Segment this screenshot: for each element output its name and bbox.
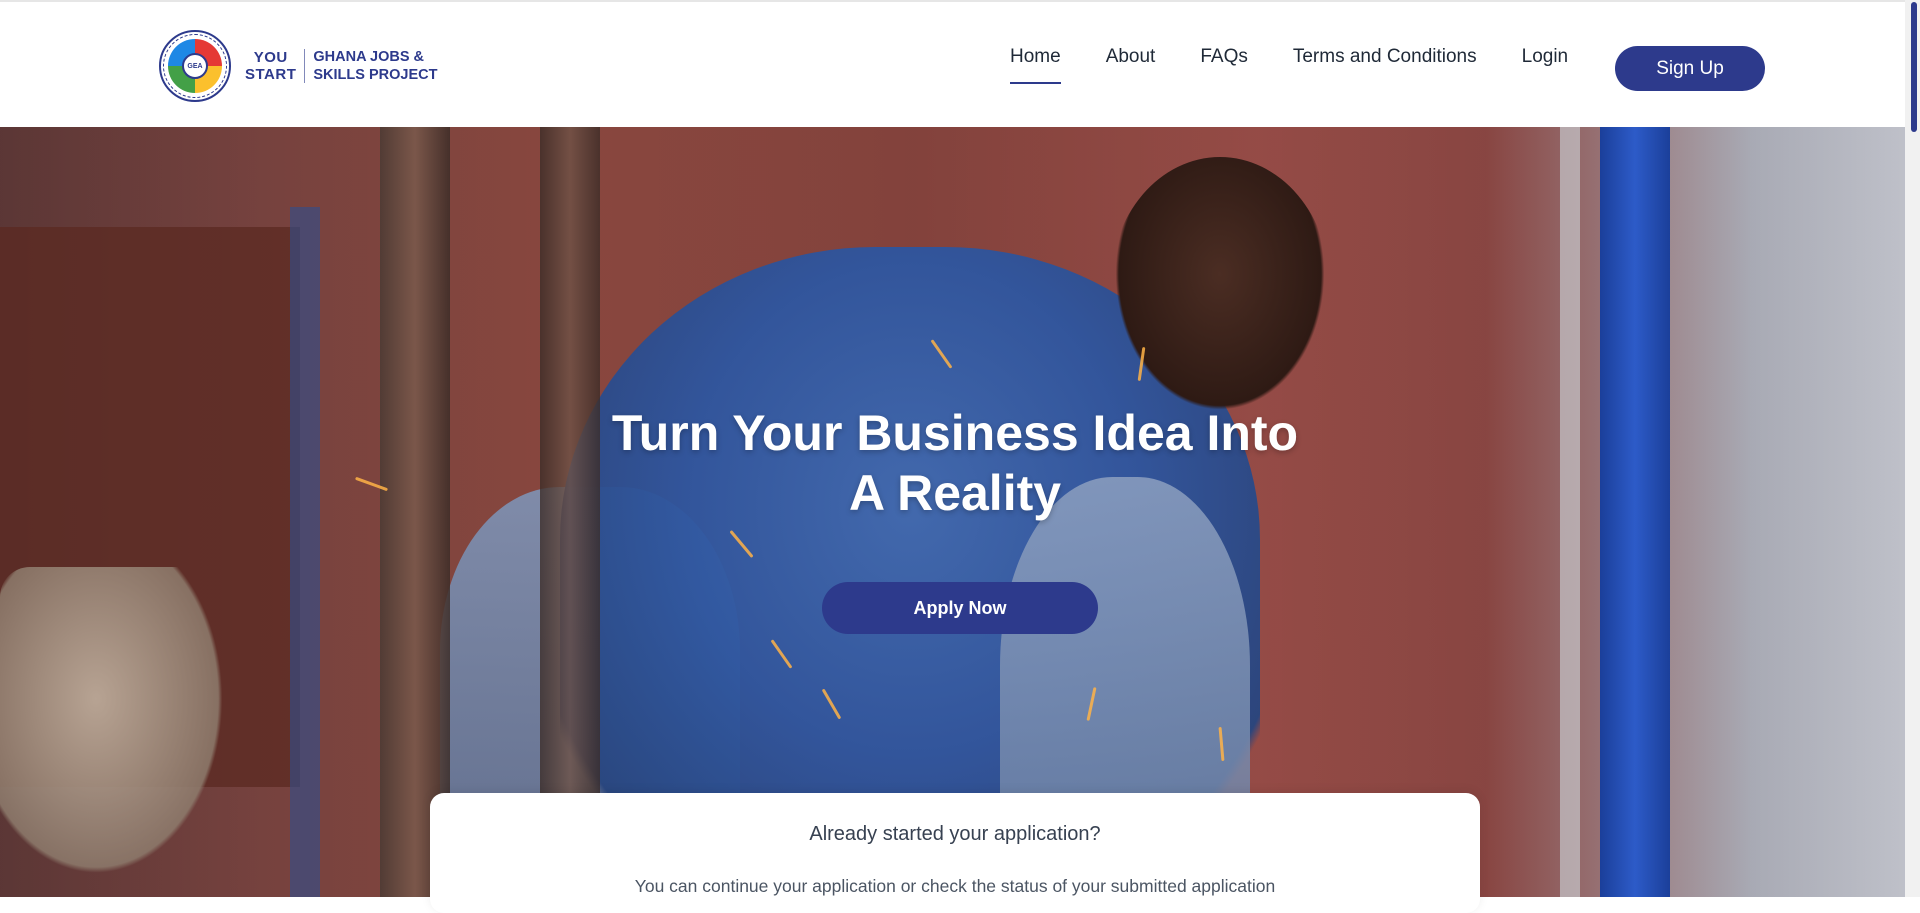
- seal-ring: [163, 34, 227, 98]
- main-nav: Home About FAQs Terms and Conditions Log…: [1010, 46, 1613, 84]
- youstart-you: YOU: [253, 49, 288, 66]
- bg-worker-head: [1110, 157, 1330, 417]
- bg-blue-pillar: [1600, 127, 1670, 897]
- project-name-line1: GHANA JOBS &: [313, 49, 425, 65]
- site-header: GEA YOU START GHANA JOBS & SKILLS PROJEC…: [0, 0, 1905, 127]
- nav-faqs[interactable]: FAQs: [1200, 46, 1248, 74]
- project-name: GHANA JOBS & SKILLS PROJECT: [313, 48, 437, 84]
- continue-application-card: Already started your application? You ca…: [430, 793, 1480, 913]
- gea-seal-icon: GEA: [159, 30, 231, 102]
- bg-light-strip: [1560, 127, 1580, 897]
- logo-divider: [304, 49, 306, 83]
- bg-blue-beam: [290, 207, 320, 897]
- site-logo[interactable]: GEA YOU START GHANA JOBS & SKILLS PROJEC…: [159, 30, 437, 102]
- nav-about[interactable]: About: [1106, 46, 1156, 74]
- hero-title-line1: Turn Your Business Idea Into: [611, 405, 1299, 461]
- hero-title-line2: A Reality: [848, 465, 1062, 521]
- bg-machine: [0, 567, 240, 897]
- nav-login[interactable]: Login: [1522, 46, 1569, 74]
- scrollbar-thumb[interactable]: [1911, 2, 1917, 132]
- signup-button[interactable]: Sign Up: [1615, 46, 1765, 91]
- apply-now-button[interactable]: Apply Now: [822, 582, 1098, 634]
- youstart-start: START: [245, 66, 297, 83]
- card-title: Already started your application?: [809, 823, 1101, 845]
- page-scrollbar[interactable]: [1905, 0, 1920, 897]
- card-subtitle: You can continue your application or che…: [634, 876, 1276, 896]
- nav-home[interactable]: Home: [1010, 46, 1061, 84]
- hero-section: Turn Your Business Idea Into A Reality A…: [0, 127, 1905, 897]
- nav-terms[interactable]: Terms and Conditions: [1293, 46, 1477, 74]
- bg-foreground-bar-1: [380, 127, 450, 897]
- hero-title: Turn Your Business Idea Into A Reality: [590, 403, 1320, 523]
- youstart-logo: YOU START: [245, 49, 296, 83]
- project-name-line2: SKILLS PROJECT: [313, 67, 438, 83]
